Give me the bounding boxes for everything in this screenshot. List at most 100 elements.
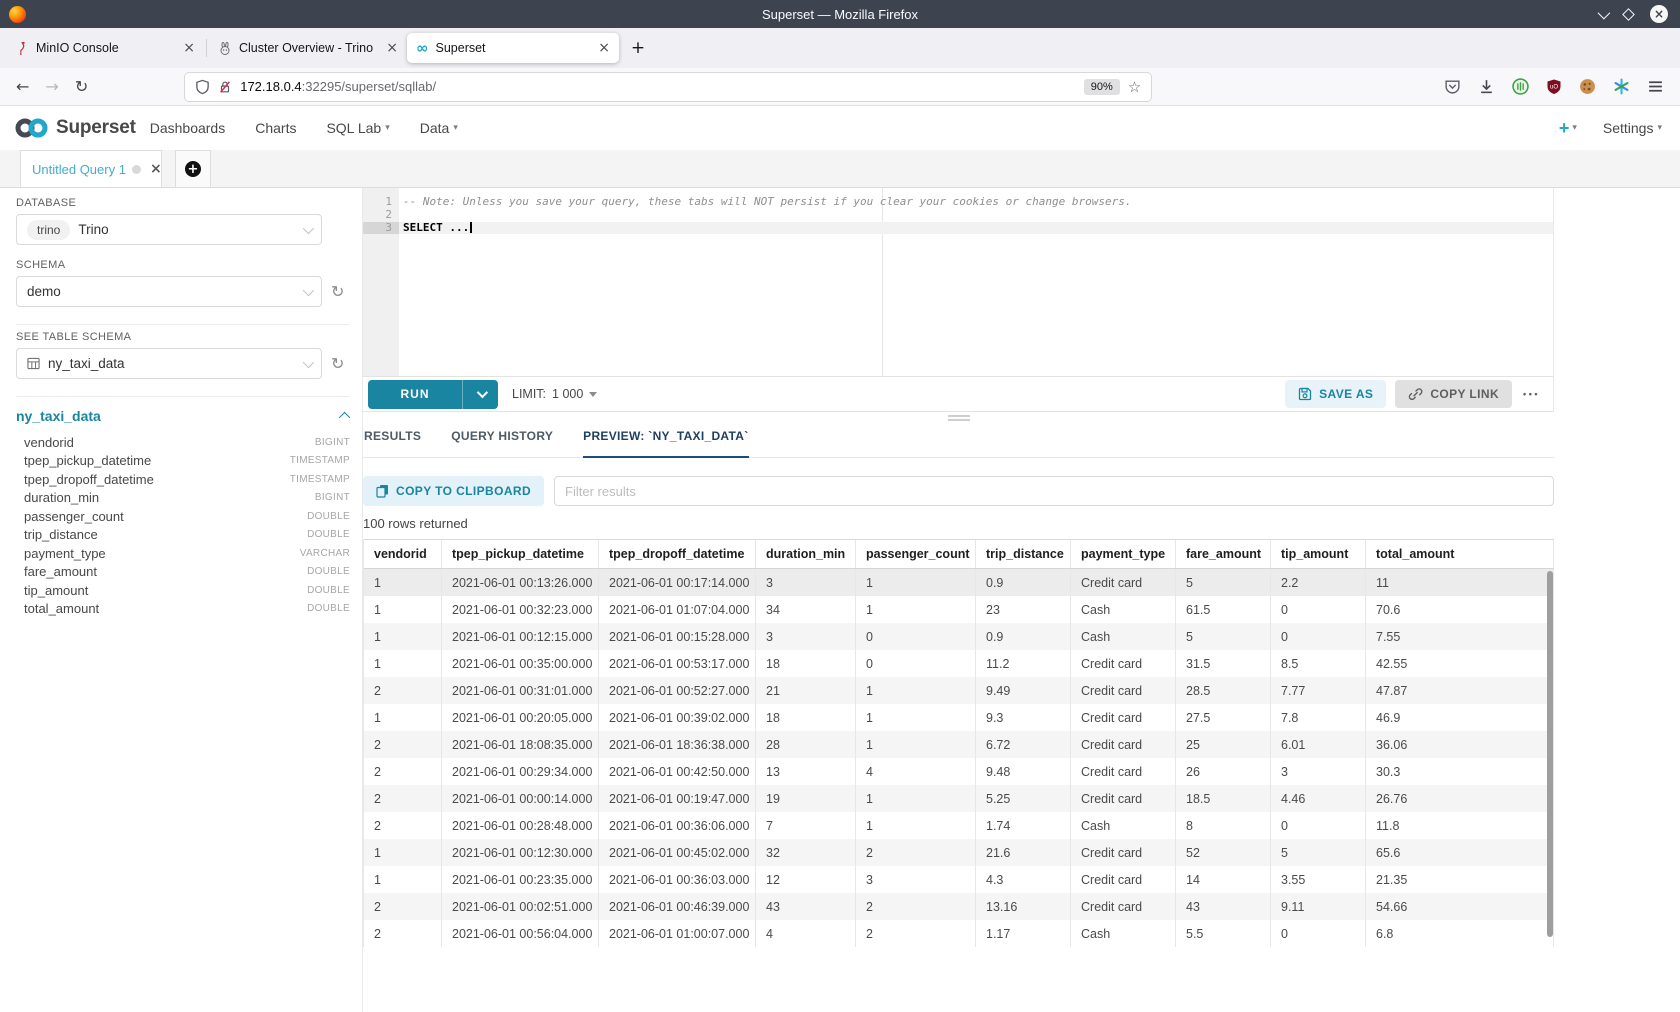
- pocket-icon[interactable]: [1444, 78, 1461, 95]
- tab-close-icon[interactable]: ×: [598, 41, 610, 55]
- downloads-icon[interactable]: [1478, 78, 1495, 95]
- table-cell: 5: [1176, 623, 1271, 650]
- database-engine-badge: trino: [27, 220, 70, 240]
- nav-item-sql-lab[interactable]: SQL Lab▾: [326, 120, 389, 136]
- ublock-icon[interactable]: uO: [1546, 78, 1562, 95]
- window-titlebar: Superset — Mozilla Firefox ×: [0, 0, 1680, 28]
- run-button[interactable]: RUN: [368, 380, 462, 409]
- browser-tab-minio[interactable]: MinIO Console ×: [6, 33, 204, 63]
- filter-results-input[interactable]: [554, 476, 1554, 506]
- column-header[interactable]: passenger_count: [856, 540, 976, 568]
- collapse-chevron-up-icon[interactable]: [339, 412, 350, 423]
- schema-column-row: payment_typeVARCHAR: [24, 544, 350, 563]
- url-bar[interactable]: 172.18.0.4:32295/superset/sqllab/ 90% ☆: [184, 72, 1152, 102]
- copy-to-clipboard-button[interactable]: COPY TO CLIPBOARD: [363, 476, 544, 506]
- run-dropdown-button[interactable]: [462, 380, 498, 409]
- table-cell: 19: [756, 785, 856, 812]
- extension-green-icon[interactable]: [1512, 78, 1529, 95]
- sqllab-main: 1 2 3 -- Note: Unless you save your quer…: [362, 188, 1680, 1012]
- tab-query-history[interactable]: QUERY HISTORY: [451, 429, 553, 457]
- table-cell: 4.46: [1271, 785, 1366, 812]
- table-cell: 3: [1271, 758, 1366, 785]
- column-header[interactable]: total_amount: [1366, 540, 1554, 568]
- table-cell: 2021-06-01 00:02:51.000: [442, 893, 599, 920]
- table-scrollbar-thumb[interactable]: [1547, 571, 1553, 937]
- column-header[interactable]: duration_min: [756, 540, 856, 568]
- insecure-lock-icon[interactable]: [218, 79, 232, 95]
- table-row: 12021-06-01 00:20:05.0002021-06-01 00:39…: [364, 704, 1554, 731]
- tab-label: Cluster Overview - Trino: [239, 41, 379, 55]
- table-cell: 42.55: [1366, 650, 1554, 677]
- tab-close-icon[interactable]: ×: [183, 41, 195, 55]
- column-header[interactable]: tpep_dropoff_datetime: [599, 540, 756, 568]
- copy-link-button[interactable]: COPY LINK: [1395, 380, 1512, 408]
- column-header[interactable]: tip_amount: [1271, 540, 1366, 568]
- query-tab-close-icon[interactable]: ×: [150, 161, 162, 177]
- table-cell: 70.6: [1366, 596, 1554, 623]
- schema-column-row: tpep_dropoff_datetimeTIMESTAMP: [24, 470, 350, 489]
- window-minimize-icon[interactable]: [1598, 6, 1611, 19]
- column-header[interactable]: tpep_pickup_datetime: [442, 540, 599, 568]
- table-cell: 36.06: [1366, 731, 1554, 758]
- database-select[interactable]: trino Trino: [16, 214, 322, 245]
- column-header[interactable]: vendorid: [364, 540, 442, 568]
- table-row: 22021-06-01 00:00:14.0002021-06-01 00:19…: [364, 785, 1554, 812]
- table-cell: 2: [856, 920, 976, 947]
- save-as-button[interactable]: SAVE AS: [1285, 380, 1386, 408]
- column-header[interactable]: payment_type: [1071, 540, 1176, 568]
- table-cell: 2021-06-01 00:19:47.000: [599, 785, 756, 812]
- browser-tab-superset[interactable]: ∞ Superset ×: [407, 33, 619, 63]
- schema-select[interactable]: demo: [16, 276, 322, 307]
- table-cell: 5: [1176, 569, 1271, 596]
- column-header[interactable]: trip_distance: [976, 540, 1071, 568]
- sql-editor[interactable]: 1 2 3 -- Note: Unless you save your quer…: [363, 188, 1554, 376]
- table-cell: 5: [1271, 839, 1366, 866]
- forward-button[interactable]: →: [45, 77, 58, 96]
- browser-window: Superset — Mozilla Firefox × MinIO Conso…: [0, 0, 1680, 1012]
- sql-code-line: SELECT ...: [399, 222, 1553, 235]
- new-item-button[interactable]: +▾: [1559, 118, 1577, 139]
- window-close-icon[interactable]: ×: [1650, 5, 1668, 23]
- tab-label: MinIO Console: [36, 41, 176, 55]
- chevron-down-icon: [476, 387, 487, 398]
- table-cell: 13: [756, 758, 856, 785]
- table-cell: 2021-06-01 00:46:39.000: [599, 893, 756, 920]
- column-header[interactable]: fare_amount: [1176, 540, 1271, 568]
- cookie-icon[interactable]: [1579, 78, 1596, 95]
- table-schema-heading[interactable]: ny_taxi_data: [16, 408, 101, 424]
- nav-item-charts[interactable]: Charts: [255, 120, 296, 136]
- refresh-schema-icon[interactable]: ↻: [331, 284, 344, 300]
- tab-close-icon[interactable]: ×: [386, 41, 398, 55]
- shield-icon[interactable]: [195, 79, 210, 95]
- panel-drag-handle[interactable]: [948, 415, 970, 423]
- reload-button[interactable]: ↻: [75, 77, 88, 96]
- more-options-button[interactable]: •••: [1521, 389, 1545, 399]
- add-query-tab[interactable]: +: [175, 150, 211, 187]
- superset-brand[interactable]: Superset: [12, 115, 136, 141]
- table-cell: 18.5: [1176, 785, 1271, 812]
- column-name: tip_amount: [24, 583, 88, 598]
- table-select[interactable]: ny_taxi_data: [16, 348, 322, 379]
- nav-item-dashboards[interactable]: Dashboards: [150, 120, 226, 136]
- nav-item-data[interactable]: Data▾: [420, 120, 458, 136]
- menu-hamburger-icon[interactable]: [1647, 78, 1664, 95]
- refresh-table-icon[interactable]: ↻: [331, 356, 344, 372]
- bookmark-star-icon[interactable]: ☆: [1128, 78, 1141, 96]
- new-tab-button[interactable]: +: [625, 35, 651, 61]
- limit-dropdown[interactable]: LIMIT: 1 000: [512, 387, 597, 401]
- tab-preview[interactable]: PREVIEW: `NY_TAXI_DATA`: [583, 429, 748, 457]
- back-button[interactable]: ←: [16, 77, 29, 96]
- query-tab-active[interactable]: Untitled Query 1 ×: [20, 150, 162, 187]
- tab-results[interactable]: RESULTS: [364, 429, 421, 457]
- table-row: 12021-06-01 00:35:00.0002021-06-01 00:53…: [364, 650, 1554, 677]
- window-restore-icon[interactable]: [1622, 8, 1635, 21]
- browser-tab-trino[interactable]: Cluster Overview - Trino ×: [209, 33, 407, 63]
- table-cell: 1: [364, 596, 442, 623]
- table-cell: 2.2: [1271, 569, 1366, 596]
- table-cell: 0: [1271, 920, 1366, 947]
- colorful-asterisk-icon[interactable]: [1613, 78, 1630, 95]
- query-tab-label: Untitled Query 1: [32, 162, 126, 177]
- table-cell: 0: [856, 650, 976, 677]
- settings-menu[interactable]: Settings▾: [1603, 120, 1662, 136]
- zoom-level-badge[interactable]: 90%: [1084, 79, 1120, 95]
